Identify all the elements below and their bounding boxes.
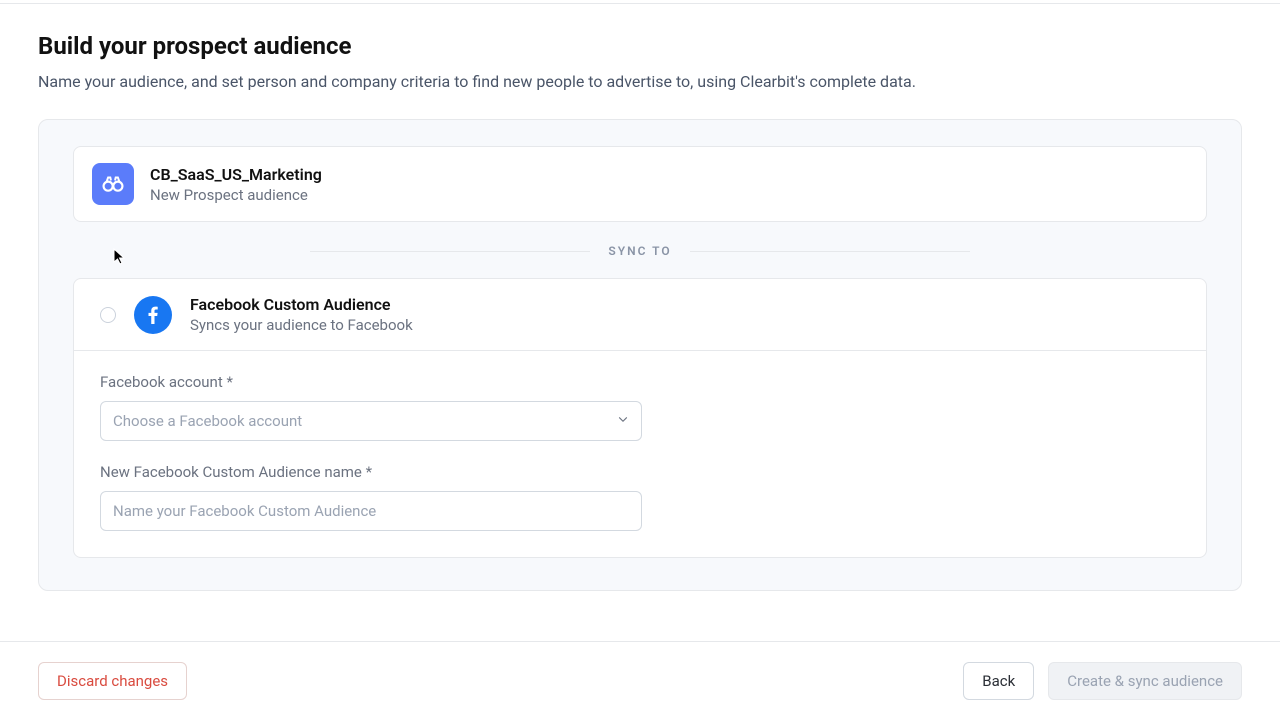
create-sync-button[interactable]: Create & sync audience — [1048, 662, 1242, 700]
footer-bar: Discard changes Back Create & sync audie… — [0, 641, 1280, 720]
custom-audience-name-label: New Facebook Custom Audience name * — [100, 463, 1180, 481]
sync-destination-subtitle: Syncs your audience to Facebook — [190, 316, 413, 334]
sync-to-label: SYNC TO — [590, 244, 689, 258]
config-panel: CB_SaaS_US_Marketing New Prospect audien… — [38, 119, 1242, 591]
sync-destination-header[interactable]: Facebook Custom Audience Syncs your audi… — [74, 279, 1206, 351]
custom-audience-name-input[interactable] — [100, 491, 642, 531]
page-subtitle: Name your audience, and set person and c… — [38, 72, 1242, 91]
sync-divider: SYNC TO — [73, 244, 1207, 258]
page-title: Build your prospect audience — [38, 32, 1242, 60]
facebook-account-select[interactable]: Choose a Facebook account — [100, 401, 642, 441]
discard-button[interactable]: Discard changes — [38, 662, 187, 700]
sync-destination-title: Facebook Custom Audience — [190, 295, 413, 314]
facebook-icon — [134, 296, 172, 334]
audience-type-label: New Prospect audience — [150, 186, 322, 204]
binoculars-icon — [92, 163, 134, 205]
facebook-account-placeholder: Choose a Facebook account — [113, 412, 302, 430]
back-button[interactable]: Back — [963, 662, 1034, 700]
facebook-account-label: Facebook account * — [100, 373, 1180, 391]
sync-destination-card: Facebook Custom Audience Syncs your audi… — [73, 278, 1207, 558]
audience-name: CB_SaaS_US_Marketing — [150, 165, 322, 184]
audience-card: CB_SaaS_US_Marketing New Prospect audien… — [73, 146, 1207, 222]
radio-facebook[interactable] — [100, 307, 116, 323]
